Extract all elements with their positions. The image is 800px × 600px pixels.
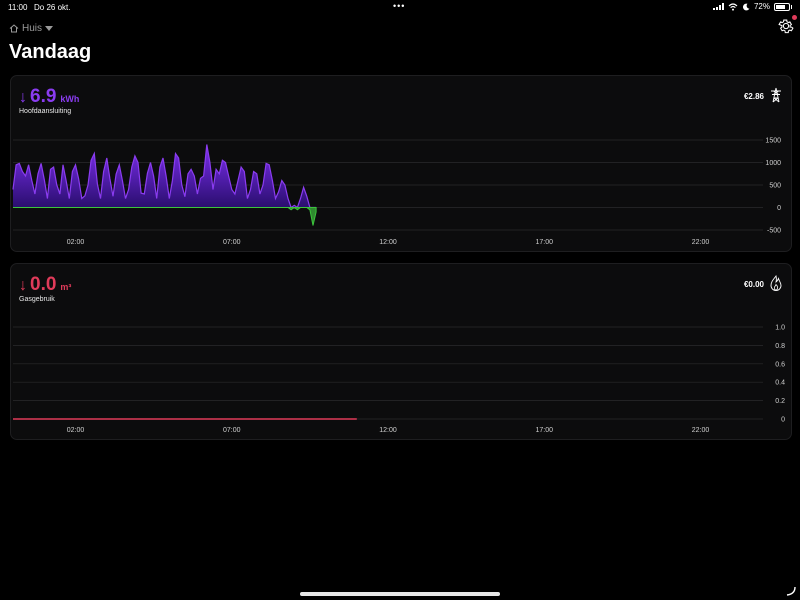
status-time: 11:00 [8,3,28,12]
gas-chart: 1.0 0.8 0.6 0.4 0.2 0 02:00 07:00 12:00 17:00 22:0… [13,325,785,434]
y-tick-label: 1000 [765,160,781,167]
status-right: 72% [712,2,792,11]
consumption-area [13,144,317,208]
x-tick-label: 02:00 [67,239,85,246]
electricity-card[interactable]: ↓ 6.9 kWh Hoofdaansluiting €2.86 1500 100… [10,75,792,252]
x-tick-label: 12:00 [379,239,397,246]
y-tick-label: 0.6 [775,361,785,368]
status-bar: 11:00 Do 26 okt. ••• 72% [0,0,800,14]
location-selector[interactable]: Huis [9,23,54,34]
wifi-icon [728,2,738,11]
notification-dot [792,15,797,20]
location-label: Huis [22,23,43,34]
x-tick-label: 22:00 [692,239,710,246]
moon-icon [742,3,750,10]
y-tick-label: 0.2 [775,398,785,405]
x-tick-label: 12:00 [379,427,397,434]
x-tick-label: 07:00 [223,239,241,246]
home-indicator[interactable] [300,592,500,596]
y-tick-label: 0.4 [775,380,785,387]
y-tick-label: 0 [781,417,785,424]
y-tick-label: 1500 [765,138,781,145]
x-tick-label: 02:00 [67,427,85,434]
gas-card[interactable]: ↓ 0.0 m³ Gasgebruik €0.00 1.0 0.8 0.6 0.4 0.… [10,263,792,440]
chevron-down-icon [45,26,54,31]
settings-button[interactable] [777,15,797,35]
status-date: Do 26 okt. [34,3,71,12]
x-tick-label: 17:00 [535,239,553,246]
y-tick-label: -500 [767,228,781,235]
return-area [13,206,317,226]
y-tick-label: 0.8 [775,343,785,350]
x-tick-label: 17:00 [535,427,553,434]
y-tick-label: 1.0 [775,325,785,332]
y-tick-label: 0 [777,205,781,212]
battery-icon [774,2,792,11]
x-tick-label: 07:00 [223,427,241,434]
page-title: Vandaag [9,41,92,63]
y-tick-label: 500 [769,183,781,190]
cellular-signal-icon [712,3,724,10]
resize-handle-icon[interactable] [786,586,796,596]
battery-percent: 72% [753,2,770,11]
multitask-dots-icon[interactable]: ••• [393,1,405,11]
electricity-chart: 1500 1000 500 0 -500 02:00 07:00 12:00 17:00 22:0… [12,138,781,246]
x-tick-label: 22:00 [692,427,710,434]
home-icon [9,24,19,33]
